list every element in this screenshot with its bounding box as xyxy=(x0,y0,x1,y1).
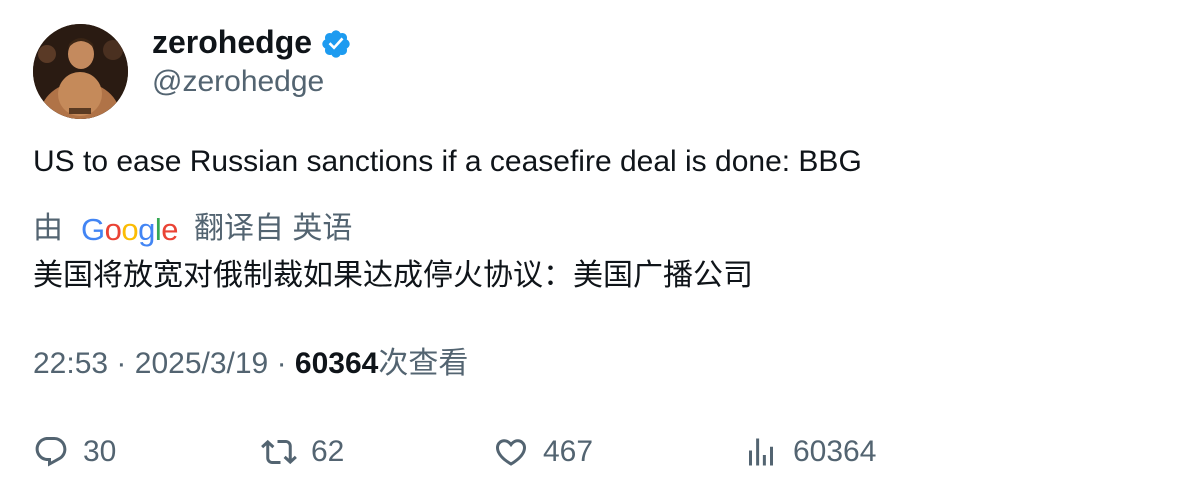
tweet-text: US to ease Russian sanctions if a ceasef… xyxy=(33,145,862,178)
views-chart-icon xyxy=(749,438,773,466)
translated-text: 美国将放宽对俄制裁如果达成停火协议：美国广播公司 xyxy=(33,259,753,292)
views-label: 次查看 xyxy=(378,347,469,380)
translation-suffix: 翻译自 英语 xyxy=(194,212,353,246)
reply-button[interactable]: 30 xyxy=(33,430,116,474)
views-count: 60364 xyxy=(294,347,379,380)
views-action-count: 60364 xyxy=(793,435,877,468)
meta-separator: · xyxy=(276,347,287,380)
verified-badge-icon xyxy=(322,30,350,58)
tweet-meta: 22:53 · 2025/3/19 · 60364次查看 xyxy=(33,343,468,385)
reply-icon xyxy=(35,437,67,467)
avatar-image xyxy=(33,24,128,119)
translation-attribution[interactable]: 由 Google 翻译自 英语 xyxy=(33,206,352,250)
google-logo: Google xyxy=(81,211,179,247)
views-button[interactable]: 60364 xyxy=(743,430,876,474)
like-button[interactable]: 467 xyxy=(493,430,593,474)
meta-separator: · xyxy=(116,347,127,380)
display-name[interactable]: zerohedge xyxy=(152,22,312,62)
retweet-count: 62 xyxy=(311,435,345,468)
reply-count: 30 xyxy=(83,435,117,468)
heart-icon xyxy=(495,439,527,466)
avatar[interactable] xyxy=(33,24,128,119)
retweet-icon xyxy=(261,439,297,465)
retweet-button[interactable]: 62 xyxy=(261,430,344,474)
handle[interactable]: @zerohedge xyxy=(152,62,324,102)
like-count: 467 xyxy=(543,435,594,468)
action-bar: 30 62 467 60364 xyxy=(33,430,1163,474)
tweet-time[interactable]: 22:53 xyxy=(33,347,108,380)
tweet-date[interactable]: 2025/3/19 xyxy=(135,347,268,380)
translation-prefix: 由 xyxy=(33,212,63,246)
